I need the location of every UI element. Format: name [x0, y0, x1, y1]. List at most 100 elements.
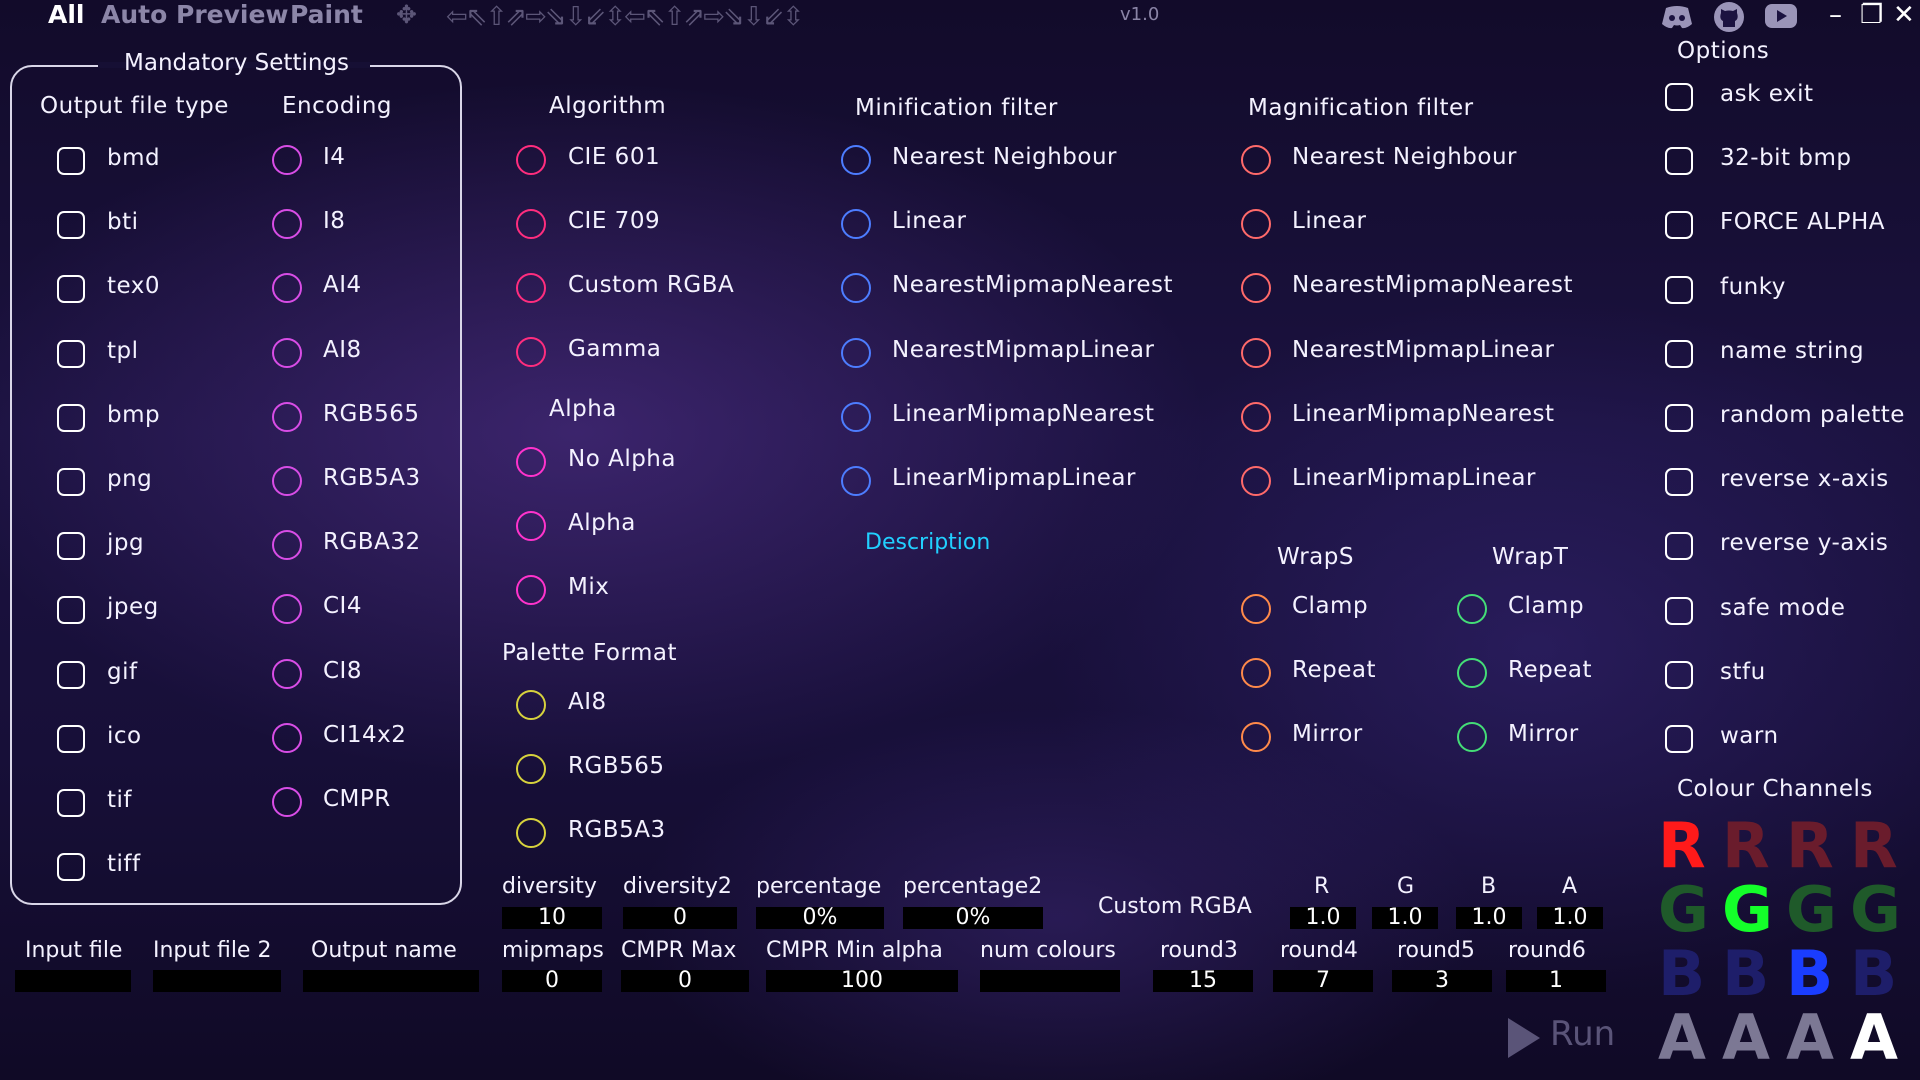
checkbox[interactable]	[57, 660, 85, 689]
radio-button[interactable]	[1241, 722, 1271, 752]
checkbox[interactable]	[57, 275, 85, 304]
b-field[interactable]: 1.0	[1456, 907, 1522, 929]
radio-button[interactable]	[1241, 658, 1271, 688]
radio-button[interactable]	[516, 447, 546, 477]
r-field[interactable]: 1.0	[1290, 907, 1356, 929]
diversity2-field[interactable]: 0	[623, 907, 737, 929]
radio-button[interactable]	[841, 466, 871, 496]
g-field[interactable]: 1.0	[1372, 907, 1438, 929]
radio-button[interactable]	[272, 658, 302, 689]
channel-a-2[interactable]: A	[1722, 1007, 1770, 1069]
radio-button[interactable]	[516, 145, 546, 175]
radio-button[interactable]	[841, 401, 871, 432]
checkbox[interactable]	[1665, 211, 1693, 240]
close-button[interactable]: ✕	[1893, 0, 1915, 30]
radio-button[interactable]	[272, 209, 302, 240]
checkbox[interactable]	[57, 789, 85, 817]
channel-g-3[interactable]: G	[1786, 879, 1837, 941]
radio-button[interactable]	[1457, 594, 1487, 624]
cmpr-min-alpha-field[interactable]: 100	[766, 970, 958, 992]
channel-a-4[interactable]: A	[1850, 1007, 1898, 1069]
move-icon[interactable]: ✥	[396, 0, 417, 29]
radio-button[interactable]	[516, 209, 546, 239]
radio-button[interactable]	[516, 273, 546, 303]
radio-button[interactable]	[841, 273, 871, 304]
checkbox[interactable]	[1665, 83, 1693, 111]
input-file2-field[interactable]	[153, 970, 281, 992]
radio-button[interactable]	[516, 575, 546, 605]
channel-r-2[interactable]: R	[1722, 815, 1770, 877]
arrow-icons[interactable]: ⇦⇖⇧⇗⇨⇘⇩⇙⇳⇦⇖⇧⇗⇨⇘⇩⇙⇳	[446, 2, 804, 32]
checkbox[interactable]	[1665, 275, 1693, 304]
radio-button[interactable]	[1241, 401, 1271, 432]
channel-b-3[interactable]: B	[1786, 943, 1833, 1005]
checkbox[interactable]	[1665, 725, 1693, 753]
checkbox[interactable]	[1665, 596, 1693, 625]
percentage-field[interactable]: 0%	[756, 907, 884, 929]
channel-b-2[interactable]: B	[1722, 943, 1769, 1005]
checkbox[interactable]	[57, 596, 85, 625]
channel-r-4[interactable]: R	[1850, 815, 1898, 877]
radio-button[interactable]	[1241, 145, 1271, 175]
checkbox[interactable]	[57, 147, 85, 175]
checkbox[interactable]	[57, 853, 85, 882]
diversity-field[interactable]: 10	[502, 907, 602, 929]
checkbox[interactable]	[1665, 468, 1693, 497]
radio-button[interactable]	[272, 787, 302, 817]
input-file-field[interactable]	[15, 970, 131, 992]
checkbox[interactable]	[1665, 404, 1693, 432]
checkbox[interactable]	[57, 532, 85, 561]
mipmaps-field[interactable]: 0	[502, 970, 602, 992]
channel-b-4[interactable]: B	[1850, 943, 1897, 1005]
checkbox[interactable]	[1665, 660, 1693, 689]
maximize-button[interactable]: ❐	[1860, 0, 1883, 30]
channel-a-3[interactable]: A	[1786, 1007, 1834, 1069]
radio-button[interactable]	[272, 145, 302, 175]
cmpr-max-field[interactable]: 0	[621, 970, 749, 992]
radio-button[interactable]	[1457, 722, 1487, 752]
tab-preview[interactable]: Preview	[176, 0, 289, 29]
radio-button[interactable]	[841, 209, 871, 240]
channel-b-1[interactable]: B	[1658, 943, 1705, 1005]
checkbox[interactable]	[1665, 147, 1693, 176]
channel-g-1[interactable]: G	[1658, 879, 1709, 941]
radio-button[interactable]	[1457, 658, 1487, 688]
radio-button[interactable]	[1241, 594, 1271, 624]
radio-button[interactable]	[1241, 209, 1271, 240]
checkbox[interactable]	[57, 724, 85, 753]
radio-button[interactable]	[516, 337, 546, 367]
radio-button[interactable]	[272, 466, 302, 496]
radio-button[interactable]	[516, 818, 546, 848]
radio-button[interactable]	[516, 511, 546, 541]
checkbox[interactable]	[57, 339, 85, 368]
radio-button[interactable]	[272, 337, 302, 368]
description-link[interactable]: Description	[865, 530, 990, 555]
round5-field[interactable]: 3	[1392, 970, 1492, 992]
checkbox[interactable]	[57, 468, 85, 496]
checkbox[interactable]	[1665, 532, 1693, 561]
channel-g-2[interactable]: G	[1722, 879, 1773, 941]
radio-button[interactable]	[841, 337, 871, 368]
tab-paint[interactable]: Paint	[290, 0, 363, 29]
checkbox[interactable]	[57, 211, 85, 240]
channel-a-1[interactable]: A	[1658, 1007, 1706, 1069]
radio-button[interactable]	[841, 145, 871, 175]
checkbox[interactable]	[57, 403, 85, 432]
channel-r-1[interactable]: R	[1658, 815, 1706, 877]
run-play-icon[interactable]	[1508, 1018, 1540, 1058]
radio-button[interactable]	[272, 401, 302, 432]
a-field[interactable]: 1.0	[1537, 907, 1603, 929]
round6-field[interactable]: 1	[1506, 970, 1606, 992]
radio-button[interactable]	[516, 690, 546, 720]
radio-button[interactable]	[516, 754, 546, 784]
radio-button[interactable]	[272, 530, 302, 561]
checkbox[interactable]	[1665, 339, 1693, 368]
tab-all[interactable]: All	[48, 0, 85, 29]
channel-r-3[interactable]: R	[1786, 815, 1834, 877]
round3-field[interactable]: 15	[1153, 970, 1253, 992]
radio-button[interactable]	[1241, 273, 1271, 304]
output-name-field[interactable]	[303, 970, 479, 992]
run-button[interactable]: Run	[1550, 1014, 1615, 1054]
youtube-icon[interactable]	[1765, 4, 1797, 28]
num-colours-field[interactable]	[980, 970, 1120, 992]
